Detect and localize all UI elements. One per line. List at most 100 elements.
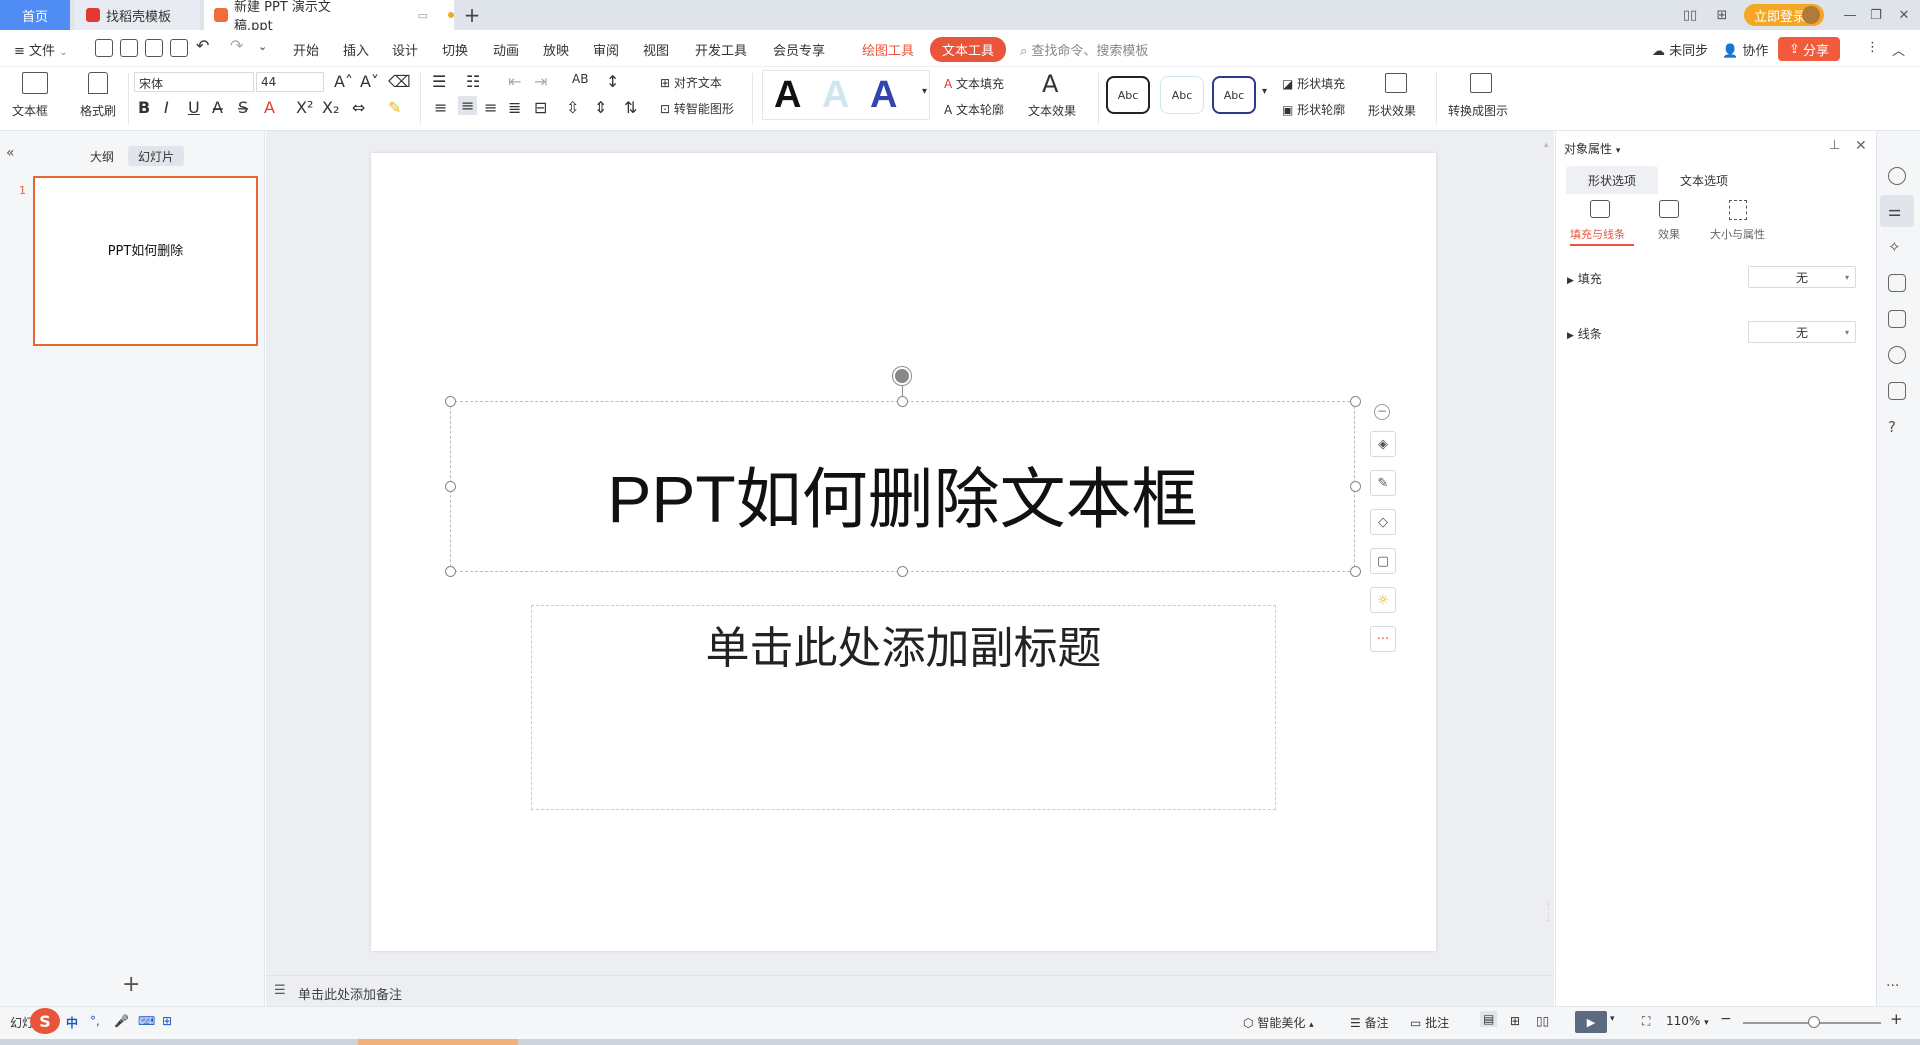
bold-icon[interactable]: B (138, 98, 150, 117)
resize-handle-s[interactable] (897, 566, 908, 577)
side-more-icon[interactable]: ··· (1886, 978, 1899, 994)
format-painter-button[interactable]: 格式刷 (80, 102, 116, 119)
more-options-icon[interactable]: ··· (1370, 626, 1396, 652)
menu-draw-tools[interactable]: 绘图工具 (862, 40, 914, 59)
align-left-icon[interactable]: ≡ (434, 98, 447, 117)
resize-handle-nw[interactable] (445, 396, 456, 407)
text-direction-icon[interactable]: AB (572, 72, 588, 86)
sync-button[interactable]: ☁ 未同步 (1652, 40, 1708, 59)
underline-icon[interactable]: U (188, 98, 200, 117)
sort-icon[interactable]: ↕ (606, 72, 619, 91)
subtab-fill-line[interactable]: 填充与线条 (1570, 226, 1625, 242)
close-panel-icon[interactable]: ✕ (1855, 138, 1867, 154)
notes-toggle-button[interactable]: ☰ 备注 (1350, 1014, 1389, 1031)
fill-dropdown[interactable]: 无 ▾ (1748, 266, 1856, 288)
shape-style-1[interactable]: Abc (1106, 76, 1150, 114)
line-dropdown[interactable]: 无 ▾ (1748, 321, 1856, 343)
tab-home[interactable]: 首页 (0, 0, 70, 30)
collapse-toolbar-icon[interactable]: − (1374, 404, 1390, 420)
ime-keyboard-icon[interactable]: ⌨ (138, 1014, 155, 1028)
layout-icon[interactable]: ▯▯ (1678, 4, 1702, 26)
shape-outline-button[interactable]: ▣ 形状轮廓 (1282, 101, 1345, 118)
text-style-black[interactable]: A (774, 74, 801, 117)
superscript-icon[interactable]: X² (296, 98, 313, 117)
menu-text-tools[interactable]: 文本工具 (930, 37, 1007, 62)
undo-icon[interactable]: ↶ (196, 36, 209, 55)
comments-button[interactable]: ▭ 批注 (1410, 1014, 1449, 1031)
menu-slideshow[interactable]: 放映 (543, 40, 569, 59)
zoom-in-icon[interactable]: + (1890, 1010, 1903, 1028)
strikethrough-s-icon[interactable]: S̶ (238, 98, 248, 117)
print-icon[interactable] (145, 39, 163, 57)
tab-text-options[interactable]: 文本选项 (1680, 172, 1728, 189)
animation-icon[interactable] (1888, 167, 1906, 185)
tab-slides[interactable]: 幻灯片 (128, 146, 185, 166)
font-color-icon[interactable]: A (264, 98, 275, 117)
fit-window-icon[interactable]: ⛶ (1642, 1014, 1650, 1029)
para-spacing-icon[interactable]: ⇕ (594, 98, 607, 117)
more-icon[interactable]: ⋮ (1866, 40, 1879, 55)
collapse-ribbon-icon[interactable]: ︿ (1892, 40, 1905, 59)
export-icon[interactable] (120, 39, 138, 57)
scroll-controls-icon[interactable]: ⋮ ⋮ (1544, 900, 1553, 960)
line-spacing-icon[interactable]: ⇳ (566, 98, 579, 117)
align-center-icon[interactable]: ≡ (458, 96, 478, 115)
grow-font-icon[interactable]: A˄ (334, 72, 353, 91)
text-fill-button[interactable]: A 文本填充 (944, 75, 1004, 92)
login-button[interactable]: 立即登录 (1744, 4, 1824, 26)
italic-icon[interactable]: I (164, 98, 169, 117)
properties-sliders-icon[interactable]: ⚌ (1888, 202, 1906, 220)
minimize-icon[interactable]: — (1838, 4, 1862, 26)
copy-icon[interactable] (1888, 274, 1906, 292)
notes-placeholder[interactable]: 单击此处添加备注 (298, 984, 402, 1003)
pen-icon[interactable]: ✎ (1370, 470, 1396, 496)
fill-bucket-icon[interactable]: ◇ (1370, 509, 1396, 535)
line-section[interactable]: ▶ 线条 (1567, 325, 1602, 342)
file-menu[interactable]: ≡ 文件 ⌄ (14, 40, 68, 59)
menu-developer[interactable]: 开发工具 (695, 40, 747, 59)
menu-animation[interactable]: 动画 (493, 40, 519, 59)
smart-beautify-button[interactable]: ⬡ 智能美化 ▴ (1243, 1014, 1314, 1031)
zoom-slider-handle[interactable] (1808, 1016, 1820, 1028)
menu-transition[interactable]: 切换 (442, 40, 468, 59)
ime-grid-icon[interactable]: ⊞ (162, 1014, 172, 1028)
char-spacing-icon[interactable]: ⇔ (352, 98, 365, 117)
subtab-effect[interactable]: 效果 (1658, 226, 1680, 242)
share-button[interactable]: ⇪ 分享 (1778, 37, 1840, 61)
align-text-button[interactable]: ⊞ 对齐文本 (660, 74, 722, 91)
sorter-view-icon[interactable]: ⊞ (1510, 1014, 1520, 1028)
text-style-light[interactable]: A (822, 74, 849, 117)
menu-insert[interactable]: 插入 (343, 40, 369, 59)
tab-outline[interactable]: 大纲 (80, 146, 124, 166)
slide-thumbnail[interactable]: PPT如何删除 (33, 176, 258, 346)
shape-style-3[interactable]: Abc (1212, 76, 1256, 114)
resize-handle-ne[interactable] (1350, 396, 1361, 407)
title-textbox[interactable]: PPT如何删除文本框 (450, 401, 1355, 572)
spacing-menu-icon[interactable]: ⇅ (624, 98, 637, 117)
distribute-icon[interactable]: ⊟ (534, 98, 547, 117)
book-icon[interactable] (1888, 382, 1906, 400)
resize-handle-sw[interactable] (445, 566, 456, 577)
play-slideshow-button[interactable]: ▶ (1575, 1011, 1607, 1033)
subtitle-textbox[interactable]: 单击此处添加副标题 (531, 605, 1276, 810)
align-right-icon[interactable]: ≡ (484, 98, 497, 117)
zoom-out-icon[interactable]: − (1720, 1011, 1732, 1027)
menu-member[interactable]: 会员专享 (773, 40, 825, 59)
ime-language[interactable]: 中 (66, 1014, 78, 1031)
rotate-handle[interactable] (893, 367, 911, 385)
scroll-up-icon[interactable]: ▴ (1544, 140, 1550, 152)
reading-view-icon[interactable]: ▯▯ (1536, 1014, 1549, 1028)
location-icon[interactable] (1888, 346, 1906, 364)
fill-section[interactable]: ▶ 填充 (1567, 270, 1602, 287)
resize-handle-n[interactable] (897, 396, 908, 407)
pin-star-icon[interactable]: ✧ (1888, 238, 1906, 256)
help-icon[interactable]: ? (1888, 418, 1906, 436)
font-size-select[interactable]: 44 (256, 72, 324, 92)
bullet-list-icon[interactable]: ☰ (432, 72, 446, 91)
highlight-icon[interactable]: ✎ (388, 98, 401, 117)
add-slide-icon[interactable]: + (122, 972, 140, 997)
menu-start[interactable]: 开始 (293, 40, 319, 59)
clear-format-icon[interactable]: ⌫ (388, 72, 411, 91)
resize-handle-se[interactable] (1350, 566, 1361, 577)
new-tab-button[interactable]: + (458, 0, 486, 30)
